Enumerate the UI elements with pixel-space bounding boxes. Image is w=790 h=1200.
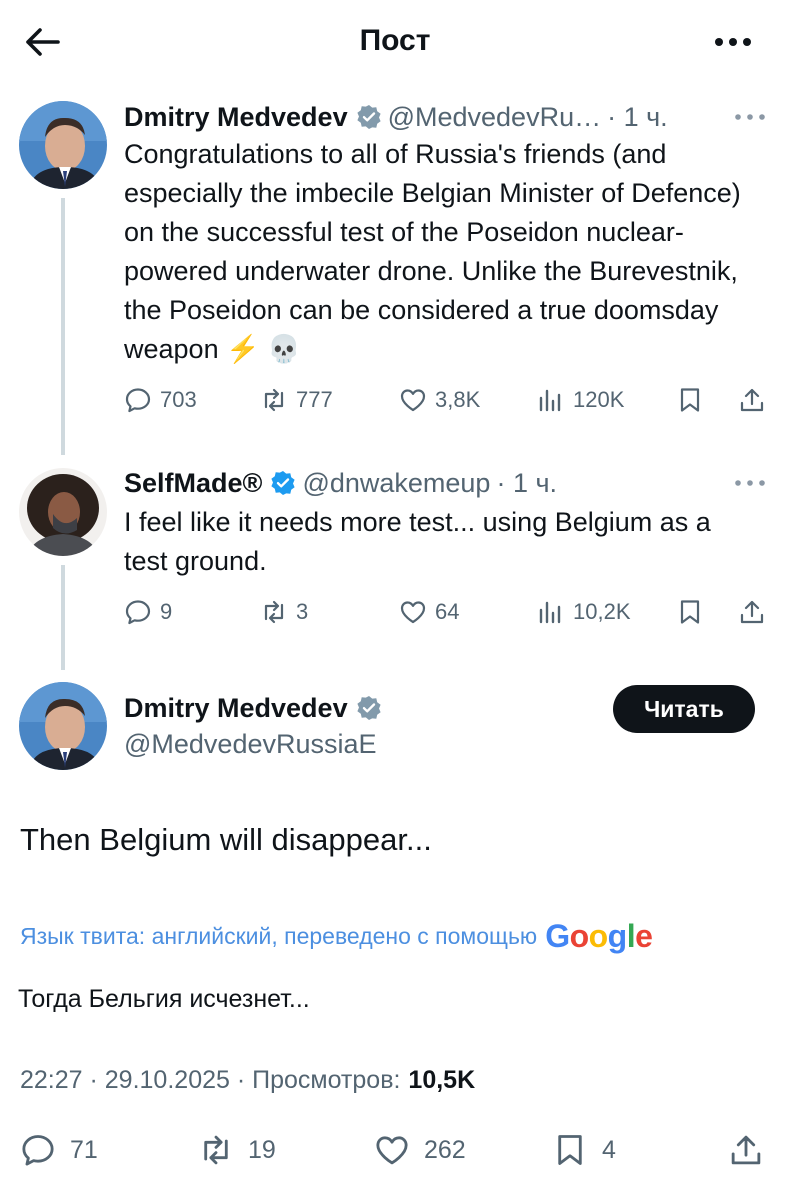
share-icon <box>731 1135 761 1165</box>
views-button[interactable]: 120K <box>537 386 624 414</box>
reply-icon <box>125 600 151 625</box>
bookmark-icon <box>680 600 700 624</box>
like-button[interactable]: 262 <box>374 1132 466 1168</box>
repost-button[interactable]: 777 <box>260 386 333 414</box>
like-button[interactable]: 64 <box>399 598 459 626</box>
reply-count: 9 <box>160 599 173 624</box>
tweet-text: Congratulations to all of Russia's frien… <box>124 139 741 364</box>
like-count: 64 <box>435 599 460 624</box>
repost-count: 3 <box>296 599 309 624</box>
share-button[interactable] <box>738 386 774 414</box>
bookmark-count: 4 <box>602 1135 616 1164</box>
views-count: 10,5K <box>408 1066 476 1094</box>
author-handle[interactable]: @dnwakemeup <box>302 468 490 499</box>
thread-line <box>61 198 65 455</box>
tweet-time: · 1 ч. <box>607 101 668 132</box>
google-logo: Google <box>545 918 653 954</box>
repost-button[interactable]: 3 <box>260 598 308 626</box>
repost-count: 777 <box>296 387 333 412</box>
avatar[interactable] <box>19 101 107 189</box>
author-name[interactable]: SelfMade® <box>124 468 262 499</box>
avatar[interactable] <box>19 468 107 556</box>
verified-icon <box>356 695 382 721</box>
translation-note: Язык твита: английский, переведено с пом… <box>20 918 653 955</box>
views-icon <box>539 389 561 412</box>
read-button[interactable]: Читать <box>613 685 755 733</box>
bookmark-button[interactable] <box>676 386 712 414</box>
like-icon <box>400 389 426 412</box>
repost-icon <box>204 1135 228 1165</box>
avatar[interactable] <box>19 682 107 770</box>
repost-icon <box>264 388 284 412</box>
tweet-more-icon[interactable] <box>733 476 767 490</box>
reply-icon <box>125 388 151 413</box>
share-icon <box>740 388 764 412</box>
reply-button[interactable]: 9 <box>124 598 172 626</box>
like-icon <box>376 1136 408 1165</box>
page-title: Пост <box>359 24 431 57</box>
tweet-header: SelfMade® @dnwakemeup · 1 ч. <box>124 465 557 501</box>
reply-count: 71 <box>70 1135 98 1164</box>
author-name[interactable]: Dmitry Medvedev <box>124 693 348 724</box>
like-button[interactable]: 3,8K <box>399 386 480 414</box>
tweet-text: Then Belgium will disappear... <box>20 822 432 857</box>
reply-button[interactable]: 703 <box>124 386 197 414</box>
timestamp-row: 22:27 · 29.10.2025 · Просмотров: 10,5K <box>20 1066 475 1095</box>
repost-button[interactable]: 19 <box>198 1132 276 1168</box>
repost-icon <box>264 600 284 624</box>
share-button[interactable] <box>728 1132 778 1168</box>
like-icon <box>400 601 426 624</box>
tweet-text: I feel like it needs more test... using … <box>124 507 711 576</box>
author-handle[interactable]: @MedvedevRussiaE <box>124 729 377 760</box>
tweet-time: · 1 ч. <box>496 467 558 498</box>
bookmark-icon <box>558 1135 582 1165</box>
thread-line <box>61 565 65 670</box>
like-count: 262 <box>424 1135 466 1164</box>
reply-count: 703 <box>160 387 197 412</box>
translation-label[interactable]: Язык твита: английский, переведено с пом… <box>20 923 537 950</box>
bookmark-button[interactable]: 4 <box>552 1132 616 1168</box>
verified-icon <box>270 470 296 496</box>
bookmark-button[interactable] <box>676 598 712 626</box>
views-count: 10,2K <box>573 599 631 624</box>
views-icon <box>539 601 561 624</box>
like-count: 3,8K <box>435 387 481 412</box>
verified-icon <box>356 104 382 130</box>
views-button[interactable]: 10,2K <box>537 598 631 626</box>
main-author: Dmitry Medvedev <box>124 690 388 726</box>
author-handle[interactable]: @MedvedevRu… <box>388 102 602 133</box>
share-icon <box>740 600 764 624</box>
tweet-header: Dmitry Medvedev @MedvedevRu… · 1 ч. <box>124 99 668 135</box>
reply-icon <box>22 1135 54 1166</box>
author-name[interactable]: Dmitry Medvedev <box>124 102 348 133</box>
reply-button[interactable]: 71 <box>20 1132 98 1168</box>
views-count: 120K <box>573 387 625 412</box>
tweet-more-icon[interactable] <box>733 110 767 124</box>
share-button[interactable] <box>738 598 774 626</box>
translated-text: Тогда Бельгия исчезнет... <box>18 985 310 1013</box>
more-icon[interactable] <box>712 30 754 54</box>
timestamp: 22:27 · 29.10.2025 · Просмотров: <box>20 1066 401 1094</box>
repost-count: 19 <box>248 1135 276 1164</box>
bookmark-icon <box>680 388 700 412</box>
